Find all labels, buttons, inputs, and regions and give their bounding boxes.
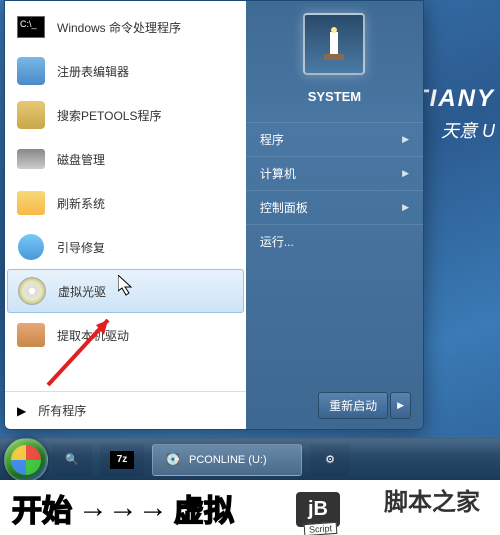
- driver-icon: [15, 319, 47, 351]
- app-list: C:\_ Windows 命令处理程序 注册表编辑器 搜索PETOOLS程序 磁…: [5, 1, 246, 391]
- app-search-petools[interactable]: 搜索PETOOLS程序: [5, 93, 246, 137]
- lighthouse-icon: [314, 24, 354, 64]
- start-menu-right: SYSTEM 程序 ▶ 计算机 ▶ 控制面板 ▶ 运行... 重新启动 ▶: [246, 1, 423, 429]
- all-programs[interactable]: ▶ 所有程序: [5, 391, 246, 429]
- chevron-right-icon: ▶: [17, 404, 26, 418]
- taskbar-chip[interactable]: ⚙: [310, 444, 350, 476]
- app-cmd[interactable]: C:\_ Windows 命令处理程序: [5, 5, 246, 49]
- syslink-programs[interactable]: 程序 ▶: [246, 122, 423, 156]
- caption-arrows: →→→: [78, 491, 168, 525]
- restart-button[interactable]: 重新启动: [318, 392, 388, 419]
- taskbar: 🔍 7z 💽 PCONLINE (U:) ⚙: [0, 438, 500, 480]
- app-label: 注册表编辑器: [57, 63, 129, 80]
- app-boot-repair[interactable]: 引导修复: [5, 225, 246, 269]
- syslink-label: 控制面板: [260, 199, 308, 216]
- magnifier-icon: 🔍: [62, 450, 82, 470]
- syslink-computer[interactable]: 计算机 ▶: [246, 156, 423, 190]
- app-label: Windows 命令处理程序: [57, 19, 181, 36]
- start-button[interactable]: [4, 438, 48, 482]
- syslink-label: 运行...: [260, 233, 294, 250]
- taskbar-search[interactable]: 🔍: [52, 444, 92, 476]
- app-extract-drivers[interactable]: 提取本机驱动: [5, 313, 246, 357]
- taskbar-drive[interactable]: 💽 PCONLINE (U:): [152, 444, 302, 476]
- app-virtual-cd[interactable]: 虚拟光驱: [7, 269, 244, 313]
- boot-repair-icon: [15, 231, 47, 263]
- site-name: 脚本之家: [384, 482, 480, 517]
- app-label: 提取本机驱动: [57, 327, 129, 344]
- taskbar-7zip[interactable]: 7z: [100, 444, 144, 476]
- jb-logo: jB Script: [296, 492, 340, 527]
- all-programs-label: 所有程序: [38, 402, 86, 419]
- disk-icon: [15, 143, 47, 175]
- syslink-label: 计算机: [260, 165, 296, 182]
- chevron-right-icon: ▶: [402, 202, 409, 213]
- start-menu-left: C:\_ Windows 命令处理程序 注册表编辑器 搜索PETOOLS程序 磁…: [5, 1, 246, 429]
- app-label: 刷新系统: [57, 195, 105, 212]
- chevron-right-icon: ▶: [402, 168, 409, 179]
- caption-start: 开始: [12, 486, 72, 530]
- app-refresh-system[interactable]: 刷新系统: [5, 181, 246, 225]
- shutdown-options-button[interactable]: ▶: [390, 392, 411, 419]
- app-label: 引导修复: [57, 239, 105, 256]
- sevenzip-icon: 7z: [110, 451, 134, 469]
- cd-icon: [16, 275, 48, 307]
- shutdown-row: 重新启动 ▶: [246, 382, 423, 429]
- caption-virtual: 虚拟: [174, 486, 234, 530]
- brand-chinese: 天意 U: [413, 117, 495, 143]
- caption-text: 开始 →→→ 虚拟: [0, 486, 234, 530]
- app-disk-mgmt[interactable]: 磁盘管理: [5, 137, 246, 181]
- chip-icon: ⚙: [320, 450, 340, 470]
- taskbar-drive-label: PCONLINE (U:): [189, 454, 267, 466]
- user-picture[interactable]: [303, 13, 365, 75]
- system-links: 程序 ▶ 计算机 ▶ 控制面板 ▶ 运行...: [246, 122, 423, 258]
- app-regedit[interactable]: 注册表编辑器: [5, 49, 246, 93]
- desktop-brand: TIANY 天意 U: [413, 85, 500, 143]
- user-name: SYSTEM: [308, 89, 361, 104]
- search-icon: [15, 99, 47, 131]
- chevron-right-icon: ▶: [402, 134, 409, 145]
- app-label: 虚拟光驱: [58, 283, 106, 300]
- registry-icon: [15, 55, 47, 87]
- drive-icon: 💽: [163, 450, 183, 470]
- logo-script: Script: [304, 522, 338, 535]
- brand-english: TIANY: [413, 85, 495, 113]
- app-label: 磁盘管理: [57, 151, 105, 168]
- app-label: 搜索PETOOLS程序: [57, 107, 161, 124]
- syslink-run[interactable]: 运行...: [246, 224, 423, 258]
- cmd-icon: C:\_: [15, 11, 47, 43]
- syslink-control-panel[interactable]: 控制面板 ▶: [246, 190, 423, 224]
- syslink-label: 程序: [260, 131, 284, 148]
- start-menu: C:\_ Windows 命令处理程序 注册表编辑器 搜索PETOOLS程序 磁…: [4, 0, 424, 430]
- refresh-icon: [15, 187, 47, 219]
- tutorial-caption: 开始 →→→ 虚拟 jB Script 脚本之家: [0, 480, 500, 535]
